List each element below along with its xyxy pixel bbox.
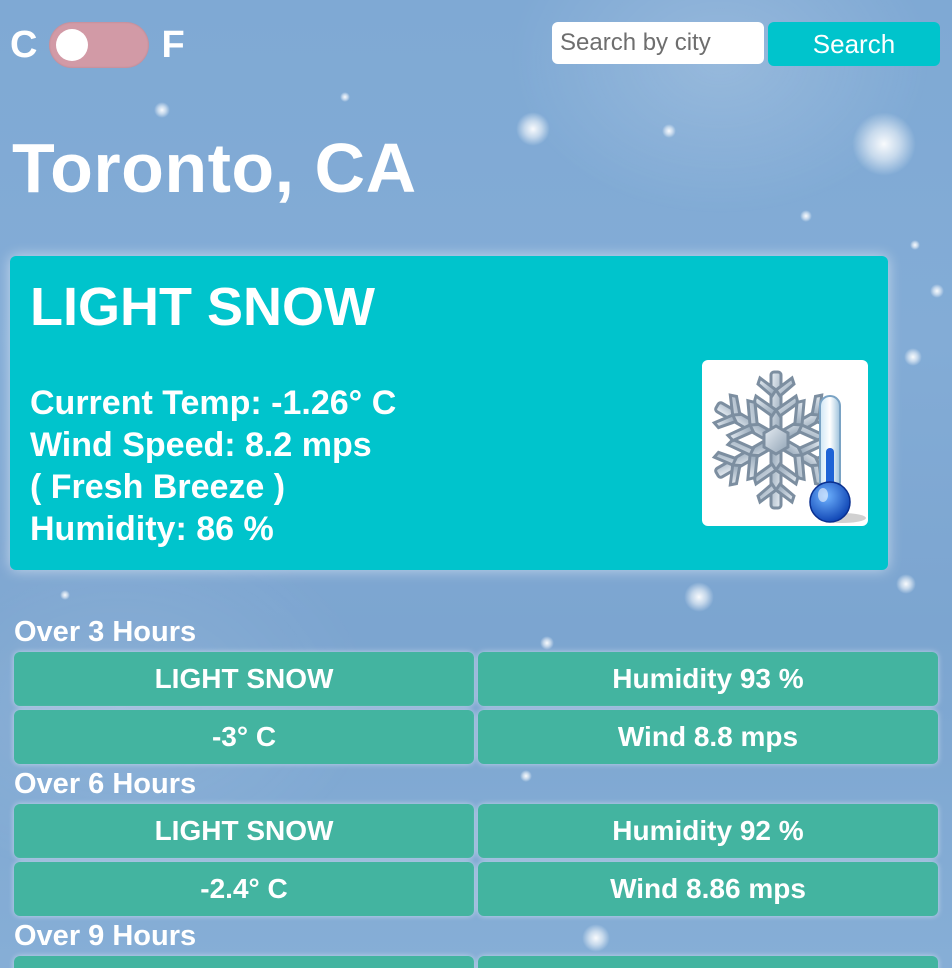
search-button[interactable]: Search	[768, 22, 940, 66]
snowflake-decoration	[662, 124, 676, 138]
snowflake-thermometer-icon	[702, 360, 868, 526]
forecast-description: LIGHT SNOW	[14, 652, 474, 706]
snowflake-decoration	[910, 240, 920, 250]
toggle-knob	[56, 29, 89, 61]
forecast-wind: Wind 8.8 mps	[478, 710, 938, 764]
city-title: Toronto, CA	[12, 129, 417, 207]
current-details: Current Temp: -1.26° C Wind Speed: 8.2 m…	[30, 382, 396, 550]
forecast-label: Over 6 Hours	[14, 768, 197, 800]
current-wind-speed: Wind Speed: 8.2 mps	[30, 426, 372, 464]
search-bar: Search	[552, 22, 940, 66]
snowflake-decoration	[516, 112, 550, 146]
forecast-description	[14, 956, 474, 968]
snowflake-decoration	[852, 112, 916, 176]
unit-toggle: C F	[10, 22, 185, 68]
snowflake-decoration	[684, 582, 714, 612]
current-weather-card: LIGHT SNOW Current Temp: -1.26° C Wind S…	[10, 256, 888, 570]
snowflake-decoration	[904, 348, 922, 366]
forecast-group: Over 9 Hours	[14, 916, 938, 968]
current-wind-description: ( Fresh Breeze )	[30, 468, 286, 506]
forecast-label: Over 9 Hours	[14, 920, 197, 952]
forecast-grid	[14, 956, 938, 968]
celsius-label: C	[10, 24, 38, 66]
forecast-label: Over 3 Hours	[14, 616, 197, 648]
snowflake-decoration	[154, 102, 170, 118]
current-humidity: Humidity: 86 %	[30, 510, 274, 548]
current-temp: Current Temp: -1.26° C	[30, 384, 397, 422]
forecast-humidity: Humidity 92 %	[478, 804, 938, 858]
forecast-grid: LIGHT SNOW Humidity 92 % -2.4° C Wind 8.…	[14, 804, 938, 916]
forecast-grid: LIGHT SNOW Humidity 93 % -3° C Wind 8.8 …	[14, 652, 938, 764]
forecast-description: LIGHT SNOW	[14, 804, 474, 858]
forecast-humidity: Humidity 93 %	[478, 652, 938, 706]
forecast-temp: -2.4° C	[14, 862, 474, 916]
forecast-humidity	[478, 956, 938, 968]
snowflake-decoration	[896, 574, 916, 594]
forecast-group: Over 6 Hours LIGHT SNOW Humidity 92 % -2…	[14, 764, 938, 916]
unit-toggle-switch[interactable]	[49, 22, 150, 68]
forecast-group: Over 3 Hours LIGHT SNOW Humidity 93 % -3…	[14, 612, 938, 764]
current-description: LIGHT SNOW	[30, 277, 375, 337]
snowflake-decoration	[800, 210, 812, 222]
snowflake-decoration	[340, 92, 350, 102]
snowflake-decoration	[60, 590, 70, 600]
snowflake-decoration	[930, 284, 944, 298]
forecast-wind: Wind 8.86 mps	[478, 862, 938, 916]
forecast-list: Over 3 Hours LIGHT SNOW Humidity 93 % -3…	[14, 612, 938, 968]
forecast-temp: -3° C	[14, 710, 474, 764]
fahrenheit-label: F	[161, 24, 185, 66]
city-search-input[interactable]	[552, 22, 764, 64]
